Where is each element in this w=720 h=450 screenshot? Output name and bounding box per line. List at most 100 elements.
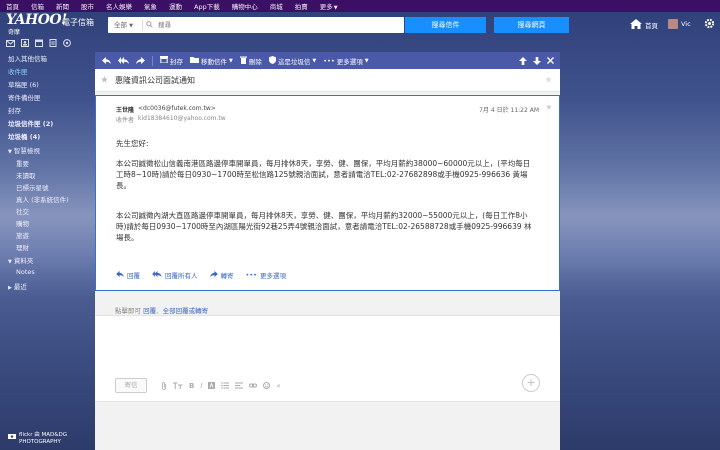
chevron-down-icon: ▼ bbox=[8, 149, 12, 155]
compose-toolbar: 寄信 B I « bbox=[115, 378, 287, 393]
product-name: 電子信箱 bbox=[62, 18, 94, 27]
quick-reply-hint: 點擊即可 回覆、全部回覆或轉寄 bbox=[115, 305, 208, 315]
archive-label: 封存 bbox=[170, 57, 183, 66]
link-icon[interactable] bbox=[249, 382, 258, 389]
sender-name[interactable]: 王世隆 bbox=[116, 105, 134, 114]
sidebar-item-add-mailbox[interactable]: 加入其他信箱 bbox=[8, 53, 47, 63]
reply-icon-button[interactable] bbox=[102, 57, 111, 64]
nav-shopping[interactable]: 購物中心 bbox=[232, 1, 258, 11]
sender-email[interactable]: <dc0036@futek.com.tw> bbox=[138, 105, 216, 112]
sidebar-item-sent[interactable]: 寄件備份匣 bbox=[8, 92, 41, 102]
sidebar-item-trash[interactable]: 垃圾桶 (4) bbox=[8, 131, 40, 141]
quick-reply-all-link[interactable]: 全部回覆或轉寄 bbox=[163, 307, 209, 315]
sidebar-group-recent[interactable]: ▶ 最近 bbox=[8, 281, 27, 291]
home-link[interactable]: 首頁 bbox=[630, 19, 658, 31]
yahoo-logo[interactable]: YAHOO! bbox=[6, 13, 67, 27]
more-actions-label: 更多選項 bbox=[260, 272, 287, 280]
font-size-icon[interactable] bbox=[173, 382, 183, 389]
delete-button[interactable]: 刪除 bbox=[239, 56, 262, 66]
bullet-list-icon[interactable] bbox=[221, 382, 230, 389]
mail-app-icon[interactable] bbox=[6, 39, 15, 49]
nav-home[interactable]: 首頁 bbox=[6, 1, 19, 11]
sidebar-group-label: 最近 bbox=[13, 283, 27, 291]
close-icon[interactable] bbox=[547, 57, 554, 64]
nav-sports[interactable]: 運動 bbox=[169, 1, 182, 11]
message-greeting: 先生您好: bbox=[116, 139, 149, 148]
messenger-app-icon[interactable] bbox=[63, 39, 71, 49]
star-icon[interactable] bbox=[546, 104, 552, 112]
sidebar-group-smart-views[interactable]: ▼ 智慧檢視 bbox=[8, 145, 40, 155]
star-icon[interactable] bbox=[101, 76, 108, 85]
attachment-icon[interactable] bbox=[161, 381, 167, 390]
sidebar-item-spam[interactable]: 垃圾信件匣 (2) bbox=[8, 118, 53, 128]
sidebar-item-social[interactable]: 社交 bbox=[16, 206, 29, 216]
contacts-app-icon[interactable] bbox=[21, 39, 29, 49]
calendar-app-icon[interactable] bbox=[35, 39, 43, 49]
italic-icon[interactable]: I bbox=[200, 382, 202, 390]
sidebar-group-label: 資料夾 bbox=[13, 257, 34, 265]
search-mail-button[interactable]: 搜尋信件 bbox=[405, 17, 486, 33]
align-icon[interactable] bbox=[235, 382, 244, 389]
nav-mall[interactable]: 商城 bbox=[270, 1, 283, 11]
nav-news[interactable]: 新聞 bbox=[56, 1, 69, 11]
sidebar-group-folders[interactable]: ▼ 資料夾 bbox=[8, 255, 33, 265]
sidebar-item-drafts[interactable]: 草稿匣 (6) bbox=[8, 79, 39, 89]
sidebar-item-notes[interactable]: Notes bbox=[16, 268, 35, 276]
nav-more[interactable]: 更多▼ bbox=[320, 1, 338, 11]
search-scope-select[interactable]: 全部 ▼ bbox=[108, 19, 143, 31]
search-box: 全部 ▼ bbox=[108, 17, 404, 33]
message-card: 王世隆 <dc0036@futek.com.tw> 收件者 kid1838461… bbox=[95, 95, 560, 291]
gear-icon[interactable] bbox=[704, 18, 715, 31]
search-web-button[interactable]: 搜尋網頁 bbox=[494, 17, 569, 33]
reply-all-button[interactable]: 回覆所有人 bbox=[152, 270, 198, 280]
nav-stocks[interactable]: 股市 bbox=[81, 1, 94, 11]
star-icon[interactable] bbox=[545, 76, 552, 85]
sidebar-item-people[interactable]: 真人 (非系統信件) bbox=[16, 194, 69, 204]
quick-reply-link[interactable]: 回覆 bbox=[143, 307, 156, 315]
bold-icon[interactable]: B bbox=[189, 382, 194, 390]
sidebar-item-shopping[interactable]: 購物 bbox=[16, 218, 29, 228]
sidebar-item-starred[interactable]: 已標示星號 bbox=[16, 182, 49, 192]
sidebar-item-important[interactable]: 重要 bbox=[16, 158, 29, 168]
text-color-icon[interactable] bbox=[208, 382, 216, 389]
message-subject: 惠隆資訊公司面試通知 bbox=[115, 76, 195, 85]
user-menu[interactable]: Vic bbox=[668, 19, 691, 29]
reply-all-label: 回覆所有人 bbox=[165, 272, 198, 280]
move-button[interactable]: 移動信件 ▼ bbox=[190, 56, 233, 66]
notepad-app-icon[interactable] bbox=[49, 39, 57, 49]
nav-auction[interactable]: 拍賣 bbox=[295, 1, 308, 11]
photo-credit[interactable]: flickr 由 MAD&DG PHOTOGRAPHY bbox=[8, 432, 98, 445]
message-date: 7月 4 日於 11:22 AM bbox=[479, 107, 539, 114]
message-actions: 回覆 回覆所有人 轉寄 ••• 更多選項 bbox=[116, 270, 298, 280]
nav-celebrity[interactable]: 名人娛樂 bbox=[106, 1, 132, 11]
archive-button[interactable]: 封存 bbox=[160, 56, 183, 66]
search-input[interactable] bbox=[154, 19, 402, 31]
nav-mail[interactable]: 信箱 bbox=[31, 1, 44, 11]
reply-all-icon-button[interactable] bbox=[118, 57, 129, 64]
spam-button[interactable]: 這是垃圾信 ▼ bbox=[268, 55, 316, 66]
spam-label: 這是垃圾信 bbox=[277, 57, 311, 66]
sidebar-item-archive[interactable]: 封存 bbox=[8, 105, 21, 115]
nav-app-download[interactable]: App下載 bbox=[194, 1, 220, 11]
collapse-toolbar-icon[interactable]: « bbox=[276, 382, 280, 390]
photo-credit-line2: PHOTOGRAPHY bbox=[19, 438, 61, 445]
sidebar-item-finance[interactable]: 理財 bbox=[16, 242, 29, 252]
previous-message-button[interactable] bbox=[519, 56, 527, 65]
home-label: 首頁 bbox=[645, 22, 658, 30]
sidebar-item-travel[interactable]: 旅遊 bbox=[16, 230, 29, 240]
forward-icon-button[interactable] bbox=[136, 57, 145, 64]
more-options-button[interactable]: ••• 更多選項 ▼ bbox=[323, 56, 368, 66]
photo-credit-line1: flickr 由 MAD&DG bbox=[19, 432, 67, 438]
more-dots-icon: ••• bbox=[245, 271, 258, 279]
sidebar-item-unread[interactable]: 未讀取 bbox=[16, 170, 36, 180]
send-button[interactable]: 寄信 bbox=[115, 378, 147, 393]
add-icon[interactable]: + bbox=[522, 374, 540, 392]
sidebar-item-inbox[interactable]: 收件匣 bbox=[8, 66, 28, 76]
reply-button[interactable]: 回覆 bbox=[116, 270, 140, 280]
forward-button[interactable]: 轉寄 bbox=[209, 270, 234, 280]
quick-compose[interactable]: 寄信 B I « + bbox=[95, 315, 560, 402]
nav-weather[interactable]: 氣象 bbox=[144, 1, 157, 11]
more-actions-button[interactable]: ••• 更多選項 bbox=[246, 270, 287, 280]
emoji-icon[interactable] bbox=[263, 382, 271, 389]
next-message-button[interactable] bbox=[533, 56, 541, 65]
